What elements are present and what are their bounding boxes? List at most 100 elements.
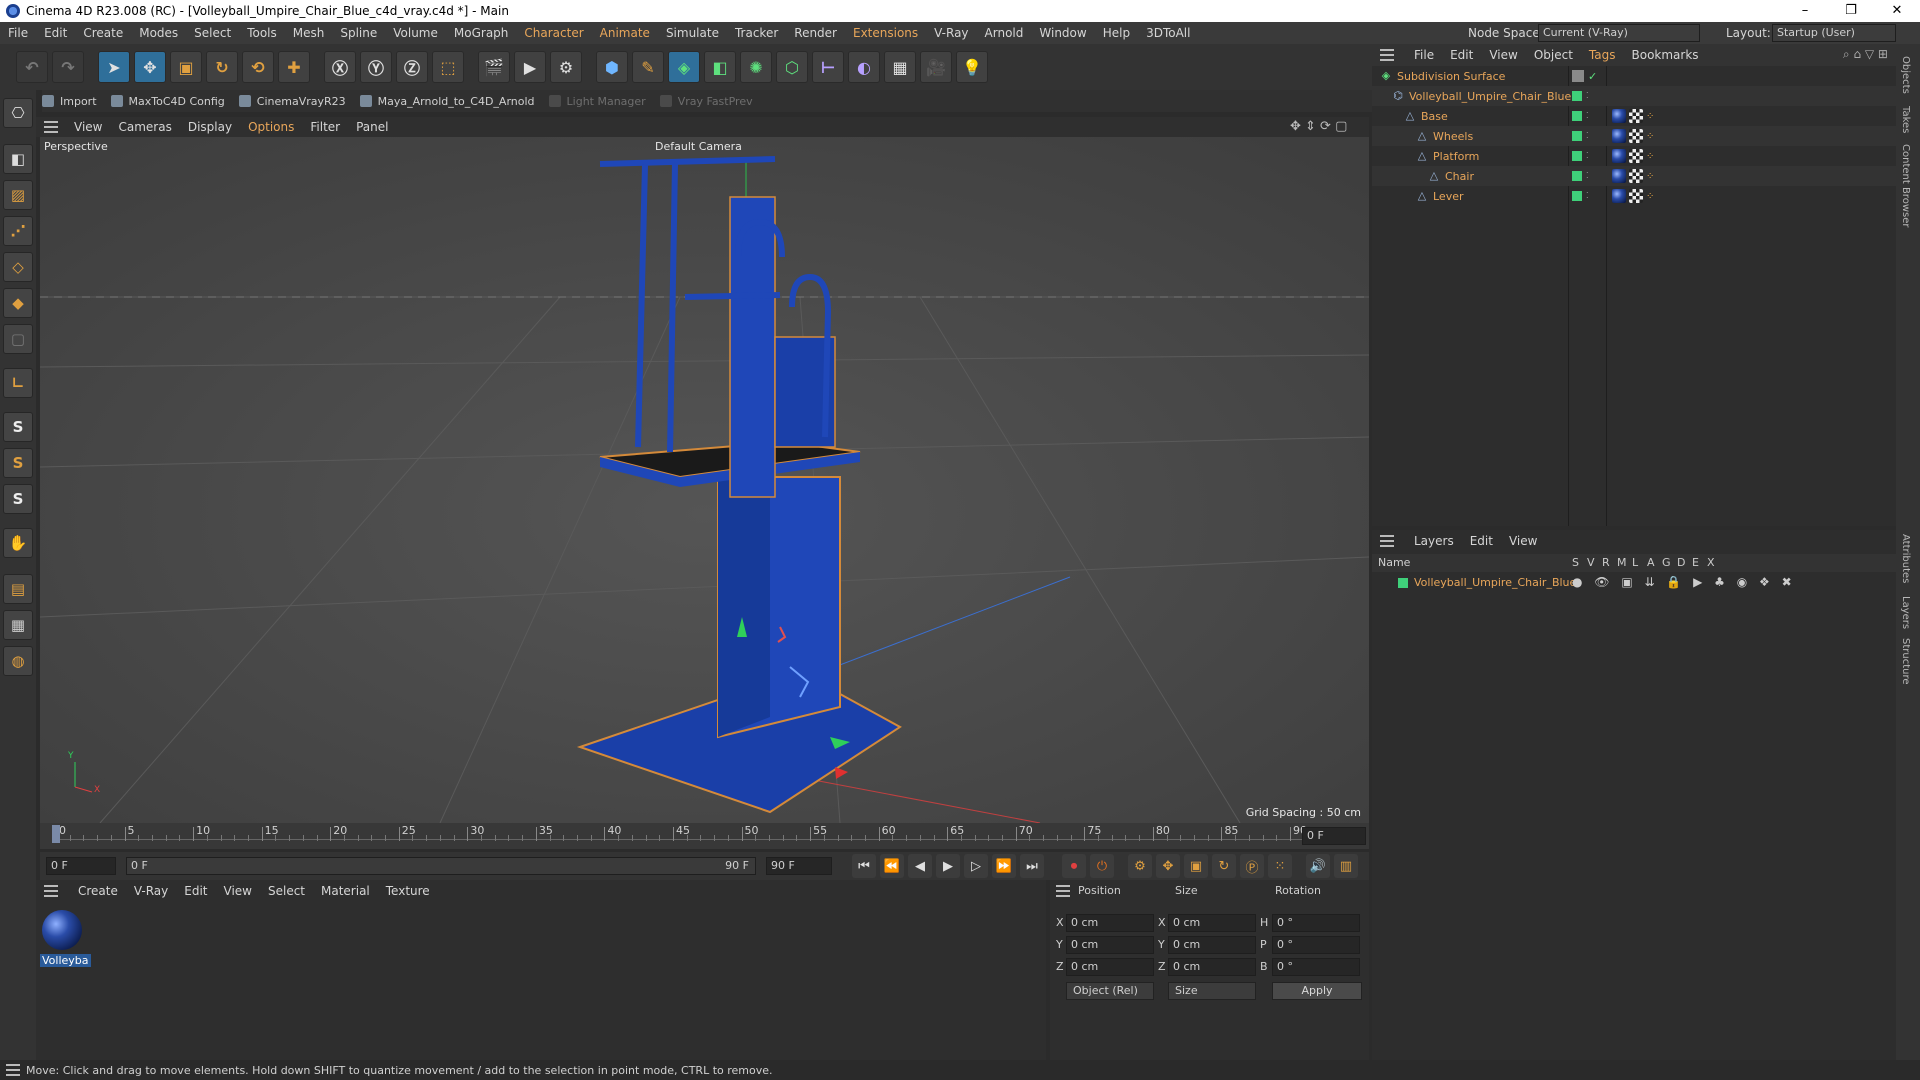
material-menu-select[interactable]: Select [260,884,313,898]
menu-window[interactable]: Window [1031,26,1094,40]
pos-y-field[interactable]: 0 cm [1066,936,1154,954]
material-menu-vray[interactable]: V-Ray [126,884,176,898]
visibility-dots-icon[interactable]: ⁚ [1586,172,1589,180]
material-menu-texture[interactable]: Texture [378,884,438,898]
material-tag-icon[interactable] [1612,169,1626,183]
object-row[interactable]: ⌬ Volleyball_Umpire_Chair_Blue ⁚ [1372,86,1896,106]
object-name[interactable]: Subdivision Surface [1397,70,1505,83]
menu-arnold[interactable]: Arnold [977,26,1032,40]
viewport-menu-options[interactable]: Options [240,120,302,134]
size-x-field[interactable]: 0 cm [1168,914,1256,932]
size-z-field[interactable]: 0 cm [1168,958,1256,976]
status-hamburger-icon[interactable] [0,1060,26,1080]
redo-icon[interactable]: ↷ [52,51,84,83]
object-visibility-cell[interactable]: ⁚ [1572,171,1589,181]
material-swatch[interactable] [42,910,82,950]
selection-tag-icon[interactable]: ⁘ [1646,131,1654,142]
timeline-ruler[interactable]: 0 5 10 15 20 25 30 35 40 45 50 55 60 65 70 75 80 85 90 0 F [40,823,1369,849]
layer-column-r[interactable]: R [1602,556,1610,569]
material-tag-icon[interactable] [1612,109,1626,123]
render-view-icon[interactable]: 🎬 [478,51,510,83]
menu-3dtoall[interactable]: 3DToAll [1138,26,1198,40]
generator-toggle-icon[interactable] [1572,70,1584,82]
selection-tag-icon[interactable]: ⁘ [1646,171,1654,182]
uvw-tag-icon[interactable] [1629,169,1643,183]
object-menu-tags[interactable]: Tags [1581,48,1624,62]
close-button[interactable]: ✕ [1874,0,1920,22]
rot-b-field[interactable]: 0 ° [1272,958,1360,976]
tweak-mode-icon[interactable]: ✋ [3,528,33,558]
viewport-menu-view[interactable]: View [66,120,110,134]
scale-key-icon[interactable]: ▣ [1184,854,1208,878]
object-visibility-cell[interactable]: ⁚ [1572,91,1589,101]
visibility-dots-icon[interactable]: ⁚ [1586,192,1589,200]
apply-button[interactable]: Apply [1272,982,1362,1000]
side-tab-takes[interactable]: Takes [1900,106,1911,133]
menu-animate[interactable]: Animate [592,26,658,40]
layer-color-swatch[interactable] [1398,578,1408,588]
x-axis-lock-icon[interactable]: Ⓧ [324,51,356,83]
go-to-start-icon[interactable]: ⏮ [852,854,876,878]
subdivision-generator-icon[interactable]: ◈ [668,51,700,83]
display-grid-icon[interactable]: ▦ [3,610,33,640]
object-visibility-cell[interactable]: ⁚ [1572,191,1589,201]
object-menu-edit[interactable]: Edit [1442,48,1481,62]
deformer-icon[interactable]: ✺ [740,51,772,83]
z-axis-lock-icon[interactable]: Ⓩ [396,51,428,83]
uvw-tag-icon[interactable] [1629,149,1643,163]
object-visibility-cell[interactable]: ⁚ [1572,151,1589,161]
minimize-button[interactable]: – [1782,0,1828,22]
layer-color-icon[interactable] [1572,151,1582,161]
uvw-tag-icon[interactable] [1629,129,1643,143]
layer-row[interactable]: Volleyball_Umpire_Chair_Blue ● 👁 ▣ ⇊ 🔒 ▶… [1372,574,1896,592]
visibility-dots-icon[interactable]: ⁚ [1586,112,1589,120]
object-name[interactable]: Chair [1445,170,1474,183]
select-tool-icon[interactable]: ➤ [98,51,130,83]
size-y-field[interactable]: 0 cm [1168,936,1256,954]
object-name[interactable]: Platform [1433,150,1479,163]
material-tag-icon[interactable] [1612,189,1626,203]
object-name[interactable]: Base [1421,110,1448,123]
layout-dropdown[interactable]: Startup (User) [1772,24,1896,42]
go-to-end-icon[interactable]: ⏭ [1020,854,1044,878]
record-keys-icon[interactable]: ⏺ [1062,854,1086,878]
rot-h-field[interactable]: 0 ° [1272,914,1360,932]
menu-edit[interactable]: Edit [36,26,75,40]
frame-range-slider[interactable]: 0 F 90 F [126,857,756,875]
layer-toggle-icons[interactable]: ● 👁 ▣ ⇊ 🔒 ▶ ♣ ◉ ❖ ✖ [1572,575,1796,589]
snap-settings-icon[interactable]: S [3,448,33,478]
end-frame-field[interactable]: 90 F [766,857,832,875]
layer-column-v[interactable]: V [1587,556,1595,569]
object-row[interactable]: △ Platform ⁚ ⁘ [1372,146,1896,166]
layer-color-icon[interactable] [1572,131,1582,141]
menu-file[interactable]: File [0,26,36,40]
object-hamburger-icon[interactable] [1380,49,1394,61]
object-name[interactable]: Volleyball_Umpire_Chair_Blue [1409,90,1571,103]
node-space-dropdown[interactable]: Current (V-Ray) [1538,24,1700,42]
layer-color-icon[interactable] [1572,111,1582,121]
menu-tracker[interactable]: Tracker [727,26,786,40]
object-menu-bookmarks[interactable]: Bookmarks [1624,48,1707,62]
keyframe-selection-icon[interactable]: ⚙ [1128,854,1152,878]
viewport-navigation-icons[interactable]: ✥ ⇕ ⟳ ▢ [1290,119,1347,134]
object-visibility-cell[interactable]: ⁚ [1572,131,1589,141]
plugin-light-manager[interactable]: Light Manager [548,95,646,108]
make-editable-icon[interactable]: ⎔ [3,98,33,128]
scene-floor-icon[interactable]: ◐ [848,51,880,83]
cube-icon[interactable]: ⬢ [596,51,628,83]
material-menu-material[interactable]: Material [313,884,378,898]
render-settings-icon[interactable]: ⚙ [550,51,582,83]
viewport-camera-label[interactable]: Default Camera [655,140,742,153]
pen-spline-icon[interactable]: ✎ [632,51,664,83]
motion-system-icon[interactable]: 🔊 [1306,854,1330,878]
menu-create[interactable]: Create [75,26,131,40]
layer-name[interactable]: Volleyball_Umpire_Chair_Blue [1414,576,1576,589]
menu-select[interactable]: Select [186,26,239,40]
layer-column-s[interactable]: S [1572,556,1579,569]
solo-mode-icon[interactable]: ◍ [3,646,33,676]
menu-extensions[interactable]: Extensions [845,26,926,40]
light-icon[interactable]: 💡 [956,51,988,83]
layer-color-icon[interactable] [1572,91,1582,101]
plugin-maya-arnold[interactable]: Maya_Arnold_to_C4D_Arnold [359,95,535,108]
pos-x-field[interactable]: 0 cm [1066,914,1154,932]
